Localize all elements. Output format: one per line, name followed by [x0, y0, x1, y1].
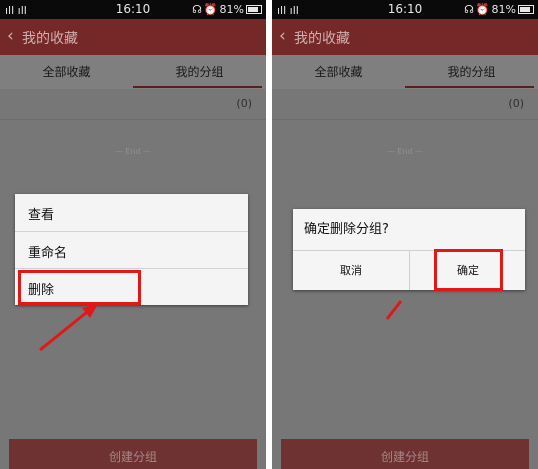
pointer-arrow-icon — [385, 300, 403, 320]
tab-all-favorites[interactable]: 全部收藏 — [272, 55, 405, 89]
create-group-button[interactable]: 创建分组 — [9, 439, 257, 469]
highlight-box-confirm — [434, 249, 503, 291]
battery-percent: 81% — [219, 3, 244, 16]
signal-icon: ıll ıll — [5, 4, 27, 17]
phone-screen-right: ıll ıll 16:10 ☊ ⏰ 81% ‹ 我的收藏 全部收藏 我的分组 (… — [272, 0, 538, 469]
status-right: ☊ ⏰ 81% — [192, 3, 262, 16]
battery-icon — [518, 5, 534, 14]
page-title: 我的收藏 — [294, 31, 350, 47]
menu-item-label: 重命名 — [28, 246, 68, 261]
tab-my-groups[interactable]: 我的分组 — [133, 55, 266, 89]
tab-bar: 全部收藏 我的分组 — [272, 55, 538, 89]
headphone-icon: ☊ — [464, 3, 474, 16]
menu-item-rename[interactable]: 重命名 — [15, 232, 248, 269]
battery-percent: 81% — [491, 3, 516, 16]
nav-bar: ‹ 我的收藏 — [0, 19, 266, 55]
tab-all-favorites[interactable]: 全部收藏 — [0, 55, 133, 89]
nav-bar: ‹ 我的收藏 — [272, 19, 538, 55]
alarm-icon: ⏰ — [203, 3, 218, 16]
clock: 16:10 — [387, 2, 423, 16]
status-right: ☊ ⏰ 81% — [464, 3, 534, 16]
dialog-message: 确定删除分组? — [304, 222, 389, 237]
tab-bar: 全部收藏 我的分组 — [0, 55, 266, 89]
list-end-text: — End — — [386, 147, 424, 156]
status-bar: ıll ıll 16:10 ☊ ⏰ 81% — [272, 0, 538, 19]
tab-my-groups[interactable]: 我的分组 — [405, 55, 538, 89]
battery-icon — [246, 5, 262, 14]
menu-item-view[interactable]: 查看 — [15, 194, 248, 231]
cancel-button[interactable]: 取消 — [293, 251, 409, 290]
pointer-arrow-icon — [39, 304, 98, 352]
headphone-icon: ☊ — [192, 3, 202, 16]
clock: 16:10 — [115, 2, 151, 16]
back-arrow-icon[interactable]: ‹ — [7, 26, 14, 46]
group-count: (0) — [508, 97, 524, 110]
status-bar: ıll ıll 16:10 ☊ ⏰ 81% — [0, 0, 266, 19]
menu-item-label: 查看 — [28, 208, 55, 223]
list-end-text: — End — — [114, 147, 152, 156]
phone-screen-left: ıll ıll 16:10 ☊ ⏰ 81% ‹ 我的收藏 全部收藏 我的分组 (… — [0, 0, 266, 469]
group-count: (0) — [236, 97, 252, 110]
divider — [0, 119, 266, 120]
signal-icon: ıll ıll — [277, 4, 299, 17]
create-group-button[interactable]: 创建分组 — [281, 439, 529, 469]
divider — [272, 119, 538, 120]
alarm-icon: ⏰ — [475, 3, 490, 16]
page-title: 我的收藏 — [22, 31, 78, 47]
back-arrow-icon[interactable]: ‹ — [279, 26, 286, 46]
